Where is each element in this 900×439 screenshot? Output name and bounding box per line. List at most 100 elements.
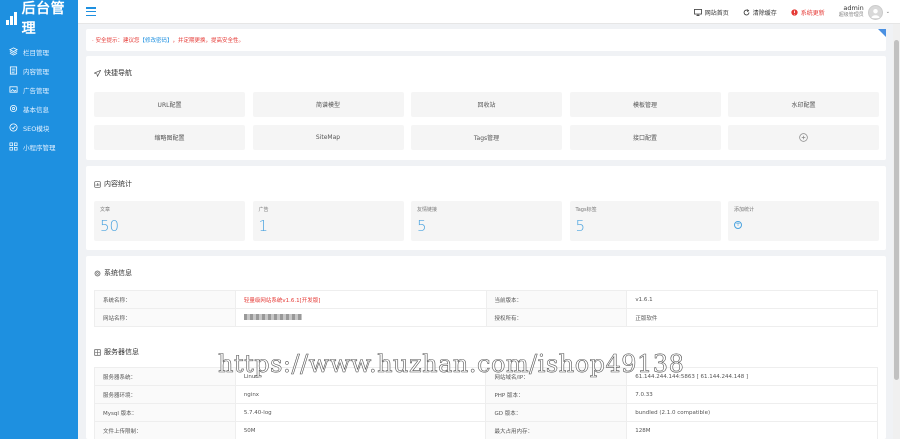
stat-ads[interactable]: 广告 1 [252, 201, 404, 241]
quick-nav-sitemap[interactable]: SiteMap [252, 125, 404, 150]
table-row: 文件上传限制： 50M 最大占用内存： 128M [94, 421, 878, 439]
sidebar-item-miniprogram[interactable]: 小程序管理 [0, 137, 78, 156]
scrollbar-thumb[interactable] [894, 40, 899, 380]
table-cell: 文件上传限制： [94, 421, 236, 439]
sidebar-menu: 栏目管理 内容管理 广告管理 基本信息 SEO模块 小程序管理 [0, 42, 78, 156]
system-info-table: 系统名称： 轻量级网站系统v1.6.1[开发版] 当前版本： v1.6.1 网站… [94, 290, 878, 327]
sidebar-item-seo[interactable]: SEO模块 [0, 118, 78, 137]
table-cell: 授权所有： [485, 308, 628, 327]
page-scrollbar[interactable] [893, 24, 900, 439]
quick-nav-watermark[interactable]: 水印配置 [728, 92, 879, 117]
sidebar-item-content[interactable]: 内容管理 [0, 61, 78, 80]
table-cell: 服务器环境： [94, 385, 236, 404]
table-row: 系统名称： 轻量级网站系统v1.6.1[开发版] 当前版本： v1.6.1 [94, 290, 878, 309]
stat-add[interactable]: 添加统计 + [728, 201, 879, 241]
table-cell: bundled (2.1.0 compatible) [626, 403, 878, 422]
avatar [867, 4, 883, 20]
table-cell: 最大占用内存： [485, 421, 628, 439]
quick-nav-model[interactable]: 简谱模型 [252, 92, 404, 117]
sidebar-item-label: 栏目管理 [23, 48, 49, 57]
table-cell: v1.6.1 [626, 290, 878, 309]
document-icon [9, 66, 18, 75]
notice-prefix: · 安全提示：建议您 [92, 38, 140, 44]
sidebar-item-ads[interactable]: 广告管理 [0, 80, 78, 99]
sidebar-item-label: SEO模块 [23, 124, 50, 133]
sidebar-item-columns[interactable]: 栏目管理 [0, 42, 78, 61]
table-cell: 系统名称： [94, 290, 236, 309]
sidebar-item-label: 小程序管理 [23, 143, 56, 152]
system-info-title: 系统信息 [94, 268, 132, 278]
user-info: admin 超级管理员 [839, 5, 864, 19]
quick-nav-api-config[interactable]: 接口配置 [569, 125, 721, 150]
send-icon [94, 69, 101, 77]
stat-tags[interactable]: Tags标签 5 [569, 201, 721, 241]
user-name: admin [843, 4, 864, 12]
security-notice: · 安全提示：建议您 【修改密码】 ，并定期更换，提高安全性。 [86, 29, 886, 51]
table-row: 网站名称： 授权所有： 正版软件 [94, 308, 878, 327]
logo-icon [6, 11, 19, 25]
quick-nav-thumbnail[interactable]: 缩略图配置 [94, 125, 245, 150]
system-update-label: 系统更新 [800, 9, 825, 17]
add-circle-icon [799, 133, 808, 142]
clear-cache-button[interactable]: 清除缓存 [743, 8, 777, 17]
notice-suffix: ，并定期更换，提高安全性。 [172, 38, 245, 44]
corner-flag-icon [878, 29, 886, 37]
table-cell: 5.7.40-log [234, 403, 487, 422]
table-cell: 7.0.33 [626, 385, 878, 404]
user-menu[interactable]: admin 超级管理员 ⌄ [839, 4, 890, 20]
server-icon [94, 348, 101, 356]
table-cell: 50M [234, 421, 487, 439]
stat-label: 广告 [258, 207, 269, 213]
server-info-title-label: 服务器信息 [104, 348, 139, 356]
system-info-card: 系统信息 系统名称： 轻量级网站系统v1.6.1[开发版] 当前版本： v1.6… [86, 256, 886, 439]
refresh-icon [743, 8, 750, 15]
table-cell: 网站名称： [94, 308, 236, 327]
stat-label: 文章 [100, 207, 111, 213]
site-home-label: 网站首页 [704, 9, 729, 17]
monitor-icon [693, 8, 702, 16]
table-cell: GD 版本： [485, 403, 628, 422]
table-cell: 轻量级网站系统v1.6.1[开发版] [234, 290, 487, 309]
clear-cache-label: 清除缓存 [752, 9, 777, 17]
table-cell [234, 308, 487, 327]
chevron-down-icon: ⌄ [885, 9, 890, 15]
table-cell: 128M [626, 421, 878, 439]
top-actions: 网站首页 清除缓存 系统更新 admin 超级管理员 ⌄ [693, 0, 900, 24]
stats-icon [94, 180, 101, 188]
table-cell: 服务器系统： [94, 367, 236, 386]
quick-nav-tags[interactable]: Tags管理 [411, 125, 562, 150]
quick-nav-recycle-bin[interactable]: 回收站 [411, 92, 562, 117]
table-row: 服务器环境： nginx PHP 版本： 7.0.33 [94, 385, 878, 404]
quick-nav-title: 快捷导航 [94, 68, 132, 78]
stat-value: 5 [417, 217, 427, 235]
content-stats-title-label: 内容统计 [104, 180, 132, 188]
system-update-button[interactable]: 系统更新 [791, 8, 825, 17]
stat-links[interactable]: 友情链接 5 [411, 201, 562, 241]
content-stats-title: 内容统计 [94, 179, 132, 189]
server-info-title: 服务器信息 [94, 347, 139, 357]
layers-icon [9, 47, 18, 56]
stat-label: 添加统计 [734, 207, 755, 213]
image-icon [9, 85, 18, 94]
table-row: Mysql 版本： 5.7.40-log GD 版本： bundled (2.1… [94, 403, 878, 422]
logo[interactable]: 后台管理 [0, 0, 78, 37]
sidebar-item-label: 内容管理 [23, 67, 49, 76]
sidebar: 后台管理 栏目管理 内容管理 广告管理 基本信息 SEO模块 小程序管理 [0, 0, 78, 439]
stat-articles[interactable]: 文章 50 [94, 201, 245, 241]
sidebar-item-label: 广告管理 [23, 86, 49, 95]
stat-label: 友情链接 [417, 207, 438, 213]
logo-text: 后台管理 [21, 1, 66, 37]
sidebar-item-label: 基本信息 [23, 105, 49, 114]
alert-icon [791, 8, 798, 16]
content-stats-card: 内容统计 文章 50 广告 1 友情链接 5 Tags标签 5 添加统计 + [86, 166, 886, 250]
grid-icon [9, 142, 18, 151]
stat-value: 1 [258, 217, 269, 235]
change-password-link[interactable]: 【修改密码】 [140, 36, 173, 44]
quick-nav-url-config[interactable]: URL配置 [94, 92, 245, 117]
menu-toggle-icon[interactable] [86, 7, 96, 16]
quick-nav-template[interactable]: 模板管理 [569, 92, 721, 117]
quick-nav-add-button[interactable] [728, 125, 879, 150]
stat-value: 50 [100, 217, 120, 235]
sidebar-item-basic-info[interactable]: 基本信息 [0, 99, 78, 118]
site-home-button[interactable]: 网站首页 [693, 8, 729, 17]
